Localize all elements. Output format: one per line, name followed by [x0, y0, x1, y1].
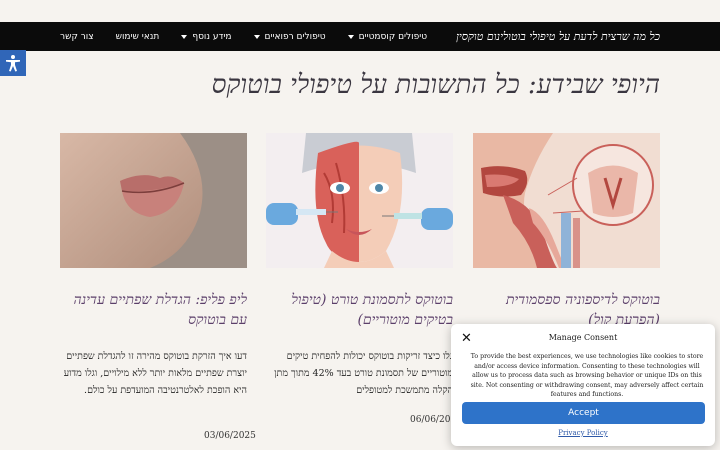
post-title[interactable]: ליפ פליפ: הגדלת שפתיים עדינה עם בוטוקס	[60, 290, 247, 330]
menu-item-terms-of-use[interactable]: תנאי שימוש	[116, 32, 160, 42]
menu-item-label: תנאי שימוש	[115, 31, 160, 42]
menu-item-label: טיפולים רפואיים	[264, 31, 326, 42]
post-thumbnail-tourette[interactable]	[266, 133, 453, 268]
accessibility-button[interactable]	[0, 50, 26, 76]
page-title: היופי שבידע: כל התשובות על טיפולי בוטוקס	[211, 70, 660, 100]
consent-title: Manage Consent	[548, 333, 618, 342]
privacy-policy-link[interactable]: Privacy Policy	[451, 429, 715, 437]
accept-button[interactable]: Accept	[462, 402, 705, 424]
face-muscle-illustration	[266, 133, 453, 268]
throat-anatomy-illustration	[473, 133, 660, 268]
consent-message: To provide the best experiences, we use …	[470, 353, 704, 398]
post-thumbnail-dysphonia[interactable]	[473, 133, 660, 268]
post-excerpt: דעו איך הזרקת בוטוקס מהירה זו להגדלת שפת…	[63, 351, 247, 396]
top-navigation-bar: כל מה שרצית לדעת על טיפולי בוטולינום טוק…	[0, 22, 720, 51]
menu-item-label: צור קשר	[60, 31, 94, 42]
lips-closeup-photo	[60, 133, 247, 268]
chevron-down-icon	[347, 34, 354, 39]
accessibility-icon	[6, 55, 20, 72]
menu-item-cosmetic-treatments[interactable]: טיפולים קוסמטיים	[347, 31, 428, 42]
main-menu: טיפולים קוסמטיים טיפולים רפואיים מידע נו…	[60, 22, 427, 51]
chevron-down-icon	[253, 34, 260, 39]
menu-item-contact[interactable]: צור קשר	[60, 32, 94, 42]
post-thumbnail-lip-flip[interactable]	[60, 133, 247, 268]
cookie-consent-dialog: ✕ Manage Consent To provide the best exp…	[451, 324, 715, 446]
site-title[interactable]: כל מה שרצית לדעת על טיפולי בוטולינום טוק…	[456, 22, 660, 51]
menu-item-more-info[interactable]: מידע נוסף	[181, 31, 232, 42]
chevron-down-icon	[181, 34, 188, 39]
menu-item-label: מידע נוסף	[192, 31, 232, 42]
post-date: 03/06/2025	[204, 431, 256, 441]
menu-item-medical-treatments[interactable]: טיפולים רפואיים	[253, 31, 326, 42]
post-excerpt: גלו כיצד זריקות בוטוקס יכולות להפחית טיק…	[274, 351, 453, 396]
menu-item-label: טיפולים קוסמטיים	[358, 31, 428, 42]
post-title[interactable]: בוטוקס לתסמונת טורט (טיפול בטיקים מוטורי…	[266, 290, 453, 330]
